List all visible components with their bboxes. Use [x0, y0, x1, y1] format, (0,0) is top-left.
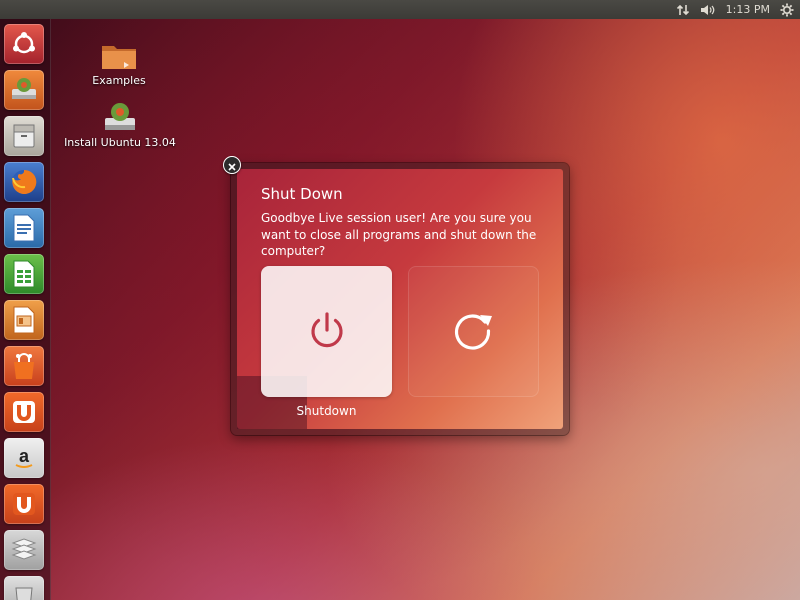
dash-home-icon[interactable] [4, 24, 44, 64]
volume-icon[interactable] [700, 3, 716, 17]
folder-icon [100, 40, 138, 72]
shutdown-label: Shutdown [296, 404, 357, 418]
dialog-message: Goodbye Live session user! Are you sure … [261, 211, 537, 258]
network-icon[interactable] [676, 3, 690, 17]
close-icon [228, 156, 236, 175]
launcher: a [0, 19, 51, 600]
firefox-icon[interactable] [4, 162, 44, 202]
gear-icon[interactable] [780, 3, 794, 17]
trash-icon[interactable] [4, 576, 44, 600]
impress-icon[interactable] [4, 300, 44, 340]
shutdown-button[interactable] [261, 266, 392, 397]
dialog-title: Shut Down [261, 185, 343, 203]
panel-indicators: 1:13 PM [676, 0, 794, 19]
panel-clock[interactable]: 1:13 PM [726, 3, 770, 16]
desktop-icon-label: Examples [92, 74, 146, 87]
install-ubuntu-icon [101, 100, 139, 134]
top-panel: 1:13 PM [0, 0, 800, 19]
writer-icon[interactable] [4, 208, 44, 248]
ubuntu-one-music-icon[interactable] [4, 484, 44, 524]
close-button[interactable] [223, 156, 241, 174]
calc-icon[interactable] [4, 254, 44, 294]
power-icon [306, 309, 348, 355]
desktop-icon-install-ubuntu[interactable]: Install Ubuntu 13.04 [64, 100, 176, 149]
amazon-icon[interactable]: a [4, 438, 44, 478]
restart-icon [453, 309, 495, 355]
restart-button[interactable] [408, 266, 539, 397]
files-icon[interactable] [4, 116, 44, 156]
software-center-icon[interactable] [4, 346, 44, 386]
desktop-icon-label: Install Ubuntu 13.04 [64, 136, 176, 149]
ubuntu-one-icon[interactable] [4, 392, 44, 432]
workspaces-icon[interactable] [4, 530, 44, 570]
desktop-icon-examples[interactable]: Examples [84, 40, 154, 87]
install-ubuntu-icon[interactable] [4, 70, 44, 110]
svg-text:a: a [19, 446, 30, 466]
